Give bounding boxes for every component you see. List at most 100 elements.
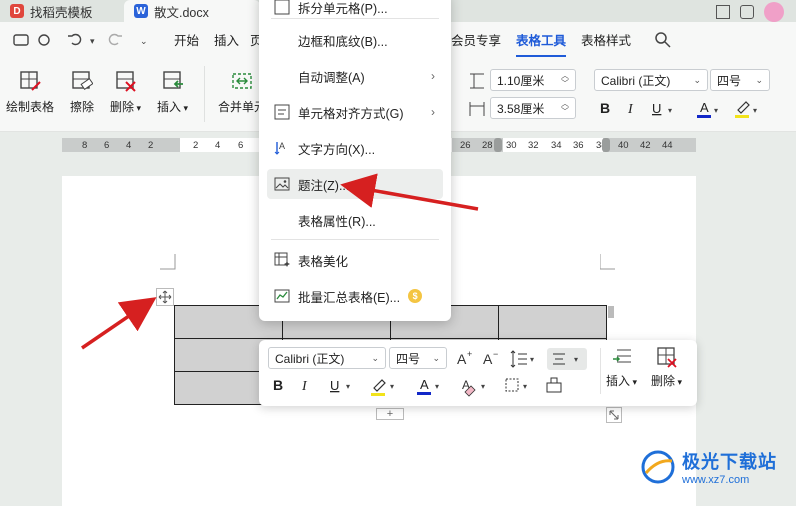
svg-text:−: − bbox=[493, 349, 498, 359]
menu-item-label: 表格美化 bbox=[298, 254, 349, 269]
row-height-field[interactable]: 1.10厘米 ︿ ﹀ bbox=[490, 69, 576, 91]
grid-icon[interactable] bbox=[716, 5, 730, 19]
svg-text:▾: ▾ bbox=[530, 355, 534, 364]
float-insert-button[interactable]: 插入 ▾ bbox=[606, 346, 637, 389]
chevron-down-icon: ⌄ bbox=[371, 352, 379, 363]
draw-table-button[interactable]: 绘制表格 bbox=[6, 70, 54, 115]
svg-text:▾: ▾ bbox=[435, 382, 439, 391]
margin-corner-mark bbox=[160, 254, 176, 270]
shrink-font-icon[interactable]: A − bbox=[483, 349, 498, 367]
menu-item-label: 自动调整(A) bbox=[298, 70, 365, 85]
delete-label: 删除 bbox=[651, 374, 676, 388]
apps-icon[interactable] bbox=[740, 5, 754, 19]
table-resize-icon[interactable] bbox=[606, 407, 622, 423]
menu-item-beautify[interactable]: 表格美化 bbox=[259, 245, 451, 275]
tab-document[interactable]: W 散文.docx bbox=[124, 0, 260, 22]
highlight-icon[interactable] bbox=[373, 379, 386, 392]
erase-label: 擦除 bbox=[70, 100, 95, 114]
table-beautify-icon bbox=[274, 252, 290, 267]
column-add-handle[interactable] bbox=[608, 306, 614, 318]
redo-icon[interactable] bbox=[108, 33, 122, 46]
menu-item-table-properties[interactable]: 表格属性(R)... bbox=[259, 205, 451, 235]
menu-table-style[interactable]: 表格样式 bbox=[581, 30, 631, 49]
ruler-marker[interactable] bbox=[494, 138, 502, 152]
delete-table-icon bbox=[115, 71, 136, 92]
ruler-mark: 28 bbox=[482, 140, 493, 151]
menu-insert[interactable]: 插入 bbox=[214, 30, 239, 49]
spinner-icon[interactable]: ︿ ﹀ bbox=[561, 72, 569, 88]
float-size-select[interactable]: 四号 ⌄ bbox=[389, 347, 447, 369]
borders-icon[interactable] bbox=[505, 378, 519, 392]
col-width-field[interactable]: 3.58厘米 ︿ ﹀ bbox=[490, 97, 576, 119]
table-cell[interactable] bbox=[498, 305, 607, 339]
underline-icon[interactable]: U bbox=[330, 378, 339, 393]
delete-table-icon bbox=[656, 347, 677, 368]
font-color-icon[interactable]: A bbox=[700, 100, 709, 115]
float-font-value: Calibri (正文) bbox=[275, 351, 345, 366]
font-size-select[interactable]: 四号 ⌄ bbox=[710, 69, 770, 91]
context-menu: 拆分单元格(P)... 边框和底纹(B)... 自动调整(A) › 单元格对齐方… bbox=[259, 0, 451, 321]
undo-dropdown-icon[interactable]: ▾ bbox=[90, 36, 95, 46]
menu-item-align[interactable]: 单元格对齐方式(G) › bbox=[259, 97, 451, 127]
menu-member[interactable]: 会员专享 bbox=[451, 30, 501, 49]
svg-text:A: A bbox=[457, 351, 467, 367]
menu-item-text-direction[interactable]: A 文字方向(X)... bbox=[259, 133, 451, 163]
menu-item-batch-summary[interactable]: 批量汇总表格(E)... $ bbox=[259, 281, 451, 311]
delete-button[interactable]: 删除 ▾ bbox=[110, 70, 141, 115]
float-font-select[interactable]: Calibri (正文) ⌄ bbox=[268, 347, 386, 369]
font-size-value: 四号 bbox=[717, 73, 742, 88]
menu-start[interactable]: 开始 bbox=[174, 30, 199, 49]
more-dropdown-icon[interactable]: ⌄ bbox=[140, 36, 148, 46]
print-icon[interactable] bbox=[13, 34, 29, 46]
ruler-mark: 36 bbox=[573, 140, 584, 151]
eraser-icon bbox=[72, 71, 93, 91]
menu-item-label: 单元格对齐方式(G) bbox=[298, 106, 404, 121]
align-button-bg[interactable] bbox=[547, 348, 587, 370]
float-delete-button[interactable]: 删除 ▾ bbox=[651, 346, 682, 389]
font-color-icon[interactable]: A bbox=[420, 377, 429, 392]
highlight-icon[interactable] bbox=[737, 101, 750, 114]
batch-summary-icon bbox=[274, 289, 290, 303]
menu-item-autofit[interactable]: 自动调整(A) › bbox=[259, 61, 451, 91]
menu-divider bbox=[271, 239, 439, 240]
chevron-down-icon: ▾ bbox=[630, 377, 638, 387]
tab-template[interactable]: D 找稻壳模板 bbox=[0, 0, 103, 22]
menu-item-label: 拆分单元格(P)... bbox=[298, 1, 388, 16]
erase-button[interactable]: 擦除 bbox=[70, 70, 94, 115]
spinner-icon[interactable]: ︿ ﹀ bbox=[561, 100, 569, 116]
menu-item-caption[interactable]: 题注(Z)... bbox=[267, 169, 443, 199]
premium-coin-icon: $ bbox=[408, 289, 423, 303]
menu-table-tools[interactable]: 表格工具 bbox=[516, 30, 567, 57]
float-paragraph-row: A + A − ▾ ▾ bbox=[457, 348, 587, 370]
font-value: Calibri (正文) bbox=[601, 73, 671, 88]
menu-item-label: 表格属性(R)... bbox=[298, 214, 376, 229]
tab-label: 散文.docx bbox=[154, 5, 209, 20]
underline-icon[interactable]: U bbox=[652, 101, 661, 116]
row-height-icon bbox=[470, 73, 484, 89]
add-row-icon[interactable]: + bbox=[376, 408, 404, 420]
insert-button[interactable]: 插入 ▾ bbox=[157, 70, 188, 115]
menu-divider bbox=[271, 18, 439, 19]
ruler-mark: 44 bbox=[662, 140, 673, 151]
ruler-marker[interactable] bbox=[602, 138, 610, 152]
grow-font-icon[interactable]: A + bbox=[457, 349, 472, 367]
ruler-mark: 2 bbox=[148, 140, 154, 151]
clear-format-icon[interactable]: A bbox=[462, 378, 476, 397]
font-select[interactable]: Calibri (正文) ⌄ bbox=[594, 69, 708, 91]
svg-text:▾: ▾ bbox=[714, 106, 718, 115]
undo-icon[interactable] bbox=[68, 33, 82, 46]
svg-text:▾: ▾ bbox=[481, 382, 485, 391]
menu-item-borders[interactable]: 边框和底纹(B)... bbox=[259, 25, 451, 55]
search-icon[interactable] bbox=[654, 31, 672, 49]
italic-icon[interactable]: I bbox=[301, 379, 308, 394]
format-painter-icon[interactable] bbox=[546, 377, 562, 393]
italic-icon[interactable]: I bbox=[627, 102, 634, 117]
line-spacing-icon[interactable]: ▾ bbox=[510, 350, 534, 368]
window-controls bbox=[716, 2, 784, 22]
preview-icon[interactable] bbox=[38, 34, 50, 46]
table-move-handle-icon[interactable] bbox=[156, 288, 174, 306]
bold-icon[interactable]: B bbox=[600, 100, 610, 116]
bold-icon[interactable]: B bbox=[273, 377, 283, 393]
avatar[interactable] bbox=[764, 2, 784, 22]
menu-item-label: 题注(Z)... bbox=[298, 178, 350, 193]
